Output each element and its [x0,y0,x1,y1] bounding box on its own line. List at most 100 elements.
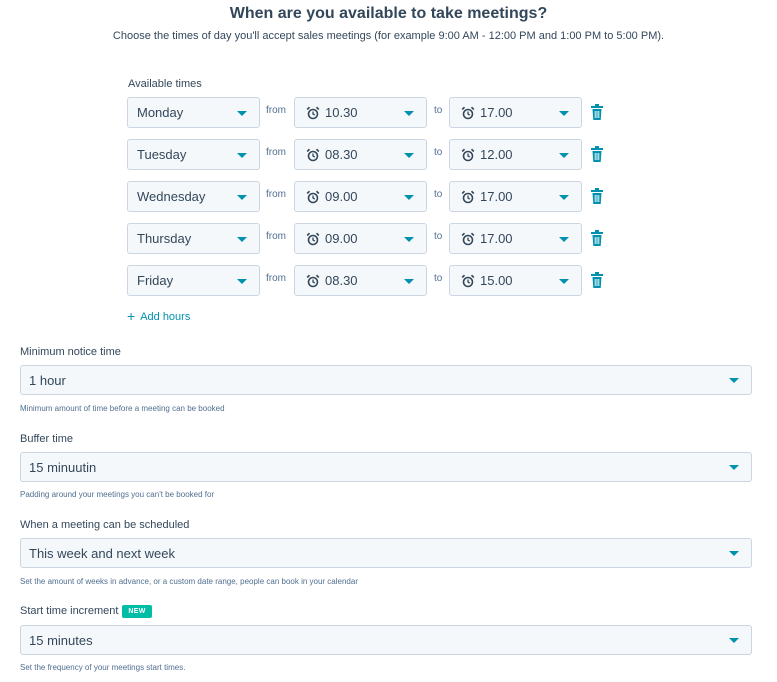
caret-down-icon [404,111,414,116]
to-label: to [434,273,443,284]
start-time-value: 10.30 [325,105,358,120]
availability-row: Monday from 10.30 to 17.00 [127,97,617,128]
end-time-value: 17.00 [480,105,513,120]
alarm-clock-icon [306,148,320,162]
day-value: Thursday [137,231,192,246]
availability-row: Wednesday from 09.00 to 17.00 [127,181,617,212]
end-time-select[interactable]: 17.00 [449,223,582,254]
min-notice-select[interactable]: 1 hour [20,365,752,395]
start-increment-help: Set the frequency of your meetings start… [20,663,186,672]
buffer-time-label: Buffer time [20,433,73,445]
end-time-select[interactable]: 17.00 [449,181,582,212]
min-notice-label: Minimum notice time [20,346,121,358]
alarm-clock-icon [461,148,475,162]
start-increment-label: Start time increment [20,605,119,617]
end-time-value: 12.00 [480,147,513,162]
min-notice-help: Minimum amount of time before a meeting … [20,404,225,413]
from-label: from [266,231,286,242]
start-increment-label-row: Start time increment NEW [20,605,152,618]
page-subtitle: Choose the times of day you'll accept sa… [112,30,665,42]
day-select[interactable]: Tuesday [127,139,260,170]
trash-icon[interactable] [590,145,604,163]
end-time-select[interactable]: 17.00 [449,97,582,128]
start-time-value: 09.00 [325,189,358,204]
day-select[interactable]: Thursday [127,223,260,254]
caret-down-icon [559,195,569,200]
end-time-value: 15.00 [480,273,513,288]
caret-down-icon [729,378,739,383]
buffer-time-select[interactable]: 15 minuutin [20,452,752,482]
plus-icon: + [127,308,136,324]
end-time-value: 17.00 [480,189,513,204]
alarm-clock-icon [461,274,475,288]
start-increment-value: 15 minutes [29,633,93,648]
caret-down-icon [237,237,247,242]
caret-down-icon [559,279,569,284]
add-hours-button[interactable]: + Add hours [127,308,190,324]
end-time-value: 17.00 [480,231,513,246]
new-badge: NEW [122,605,152,618]
trash-icon[interactable] [590,271,604,289]
schedule-window-select[interactable]: This week and next week [20,538,752,568]
to-label: to [434,105,443,116]
alarm-clock-icon [461,106,475,120]
caret-down-icon [559,237,569,242]
day-value: Wednesday [137,189,206,204]
caret-down-icon [237,279,247,284]
caret-down-icon [237,111,247,116]
page-title: When are you available to take meetings? [229,5,548,22]
start-time-select[interactable]: 08.30 [294,139,427,170]
schedule-window-help: Set the amount of weeks in advance, or a… [20,577,358,586]
buffer-time-help: Padding around your meetings you can't b… [20,490,215,499]
add-hours-label: Add hours [140,311,191,323]
day-value: Friday [137,273,174,288]
caret-down-icon [404,237,414,242]
end-time-select[interactable]: 15.00 [449,265,582,296]
day-select[interactable]: Monday [127,97,260,128]
available-times-label: Available times [128,78,202,90]
day-select[interactable]: Friday [127,265,260,296]
start-time-value: 09.00 [325,231,358,246]
alarm-clock-icon [306,274,320,288]
caret-down-icon [729,551,739,556]
to-label: to [434,231,443,242]
from-label: from [266,105,286,116]
day-value: Tuesday [137,147,187,162]
start-time-value: 08.30 [325,147,358,162]
alarm-clock-icon [306,232,320,246]
caret-down-icon [237,195,247,200]
alarm-clock-icon [306,190,320,204]
day-select[interactable]: Wednesday [127,181,260,212]
buffer-time-value: 15 minuutin [29,460,97,475]
start-time-value: 08.30 [325,273,358,288]
from-label: from [266,189,286,200]
caret-down-icon [559,153,569,158]
alarm-clock-icon [461,190,475,204]
alarm-clock-icon [306,106,320,120]
trash-icon[interactable] [590,103,604,121]
start-time-select[interactable]: 09.00 [294,223,427,254]
caret-down-icon [729,465,739,470]
start-time-select[interactable]: 09.00 [294,181,427,212]
to-label: to [434,189,443,200]
day-value: Monday [137,105,184,120]
schedule-window-label: When a meeting can be scheduled [20,519,190,531]
caret-down-icon [237,153,247,158]
availability-row: Friday from 08.30 to 15.00 [127,265,617,296]
start-time-select[interactable]: 08.30 [294,265,427,296]
availability-row: Thursday from 09.00 to 17.00 [127,223,617,254]
start-time-select[interactable]: 10.30 [294,97,427,128]
trash-icon[interactable] [590,187,604,205]
schedule-window-value: This week and next week [29,546,175,561]
caret-down-icon [404,195,414,200]
to-label: to [434,147,443,158]
from-label: from [266,273,286,284]
availability-row: Tuesday from 08.30 to 12.00 [127,139,617,170]
end-time-select[interactable]: 12.00 [449,139,582,170]
start-increment-select[interactable]: 15 minutes [20,625,752,655]
min-notice-value: 1 hour [29,373,66,388]
alarm-clock-icon [461,232,475,246]
trash-icon[interactable] [590,229,604,247]
caret-down-icon [404,279,414,284]
from-label: from [266,147,286,158]
